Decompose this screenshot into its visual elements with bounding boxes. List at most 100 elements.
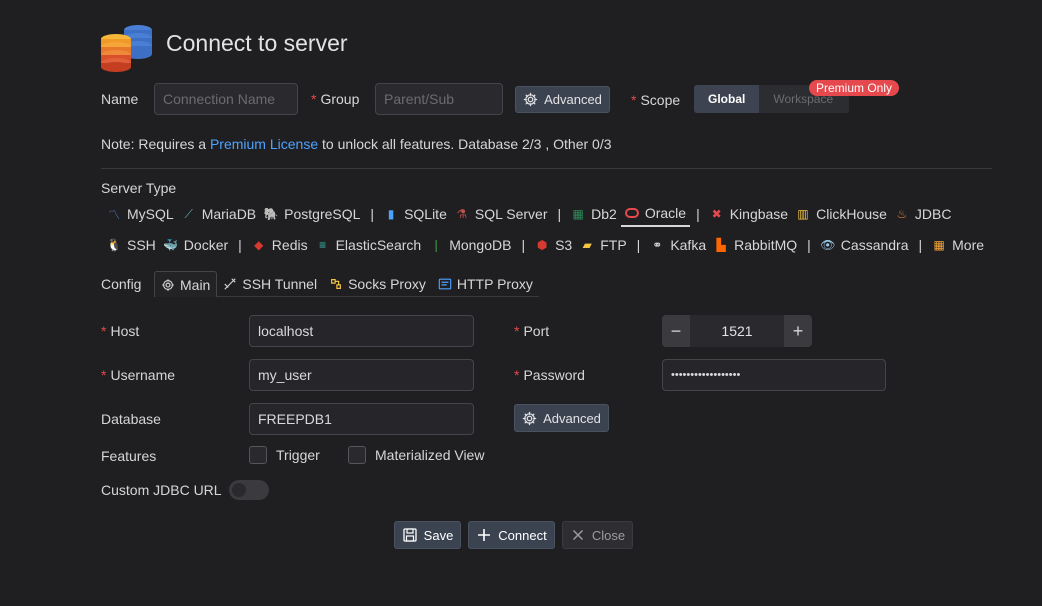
- premium-note: Note: Requires a Premium License to unlo…: [101, 136, 612, 152]
- gear-icon: [522, 411, 537, 425]
- port-stepper[interactable]: − 1521 +: [662, 315, 812, 347]
- server-type-elasticsearch[interactable]: ≡ ElasticSearch: [312, 232, 426, 258]
- group-input[interactable]: [375, 83, 503, 115]
- tab-main[interactable]: Main: [154, 271, 218, 297]
- cassandra-icon: 👁: [820, 238, 836, 252]
- divider: [101, 168, 992, 169]
- kingbase-icon: ✖: [711, 207, 722, 221]
- server-type-s3[interactable]: ⬢ S3: [531, 232, 576, 258]
- browser-icon: [438, 278, 452, 289]
- mongodb-icon: ❘: [431, 238, 442, 252]
- postgresql-icon: 🐘: [263, 207, 279, 221]
- separator: |: [807, 237, 811, 253]
- server-type-row-1: 〽 MySQL ⟋ MariaDB 🐘 PostgreSQL | ▮ SQLite ⚗ S…: [103, 201, 955, 227]
- plus-icon: [478, 529, 491, 541]
- db2-icon: ▦: [572, 207, 584, 221]
- save-icon: [403, 528, 417, 542]
- server-type-cassandra[interactable]: 👁 Cassandra: [817, 232, 913, 258]
- checkbox[interactable]: [249, 446, 267, 464]
- server-type-mongodb[interactable]: ❘ MongoDB: [425, 232, 515, 258]
- decrement-button[interactable]: −: [662, 315, 690, 347]
- separator: |: [918, 237, 923, 253]
- mariadb-icon: ⟋: [184, 206, 193, 221]
- username-input[interactable]: [249, 359, 474, 391]
- server-type-mariadb[interactable]: ⟋ MariaDB: [178, 201, 260, 227]
- kafka-icon: ⚭: [652, 238, 663, 252]
- server-type-sqlite[interactable]: ▮ SQLite: [380, 201, 451, 227]
- close-button[interactable]: Close: [562, 521, 633, 549]
- config-tabs: Main SSH Tunnel Socks Proxy HTTP Proxy: [154, 271, 539, 297]
- folder-icon: ▰: [582, 238, 592, 252]
- password-input[interactable]: ••••••••••••••••••: [662, 359, 886, 391]
- scope-global-option[interactable]: Global: [694, 85, 760, 113]
- checkbox[interactable]: [348, 446, 366, 464]
- tab-http-proxy[interactable]: HTTP Proxy: [431, 271, 539, 297]
- grid-icon: ▦: [933, 238, 945, 252]
- sqlite-icon: ▮: [387, 207, 395, 221]
- host-input[interactable]: [249, 315, 474, 347]
- server-type-kafka[interactable]: ⚭ Kafka: [646, 232, 710, 258]
- group-label: * Group: [311, 91, 360, 107]
- rabbitmq-icon: ▙: [716, 238, 726, 252]
- separator: |: [521, 237, 526, 253]
- server-type-ssh[interactable]: 🐧 SSH: [103, 232, 160, 258]
- host-label: * Host: [101, 323, 140, 339]
- database-advanced-button[interactable]: Advanced: [514, 404, 609, 432]
- clickhouse-icon: ▥: [797, 207, 809, 221]
- server-type-docker[interactable]: 🐳 Docker: [160, 232, 232, 258]
- gear-icon: [162, 278, 174, 291]
- database-label: Database: [101, 411, 161, 427]
- name-label: Name: [101, 91, 139, 107]
- custom-jdbc-toggle[interactable]: [229, 480, 269, 500]
- separator: |: [238, 237, 242, 253]
- server-type-sqlserver[interactable]: ⚗ SQL Server: [451, 201, 552, 227]
- gear-icon: [523, 92, 538, 107]
- server-type-more[interactable]: ▦ More: [928, 232, 988, 258]
- connection-name-input[interactable]: [154, 83, 298, 115]
- tab-ssh-tunnel[interactable]: SSH Tunnel: [217, 271, 324, 297]
- separator: |: [557, 206, 562, 222]
- premium-only-badge: Premium Only: [809, 80, 900, 96]
- server-type-postgresql[interactable]: 🐘 PostgreSQL: [260, 201, 364, 227]
- page-title: Connect to server: [166, 30, 348, 56]
- jdbc-icon: ♨: [896, 207, 908, 221]
- oracle-icon: [624, 206, 639, 220]
- toggle-knob: [232, 483, 246, 497]
- redis-icon: ◆: [254, 238, 264, 252]
- connect-button[interactable]: Connect: [468, 521, 555, 549]
- increment-button[interactable]: +: [784, 315, 812, 347]
- ssh-icon: 🐧: [106, 238, 122, 252]
- server-type-oracle[interactable]: Oracle: [620, 201, 691, 227]
- scope-label: * Scope: [631, 92, 681, 108]
- close-icon: [572, 529, 583, 541]
- advanced-button[interactable]: Advanced: [515, 86, 610, 113]
- tab-socks-proxy[interactable]: Socks Proxy: [323, 271, 432, 297]
- server-type-ftp[interactable]: ▰ FTP: [576, 232, 630, 258]
- server-type-db2[interactable]: ▦ Db2: [567, 201, 621, 227]
- database-input[interactable]: [249, 403, 474, 435]
- separator: |: [696, 206, 700, 222]
- tunnel-icon: [224, 277, 237, 290]
- custom-jdbc-label: Custom JDBC URL: [101, 482, 222, 498]
- password-label: * Password: [514, 367, 585, 383]
- config-label: Config: [101, 276, 142, 292]
- materialized-view-checkbox[interactable]: Materialized View: [348, 446, 484, 464]
- docker-icon: 🐳: [163, 238, 179, 252]
- server-type-jdbc[interactable]: ♨ JDBC: [891, 201, 956, 227]
- features-label: Features: [101, 448, 157, 464]
- premium-license-link[interactable]: Premium License: [210, 136, 318, 152]
- password-value: ••••••••••••••••••: [671, 369, 741, 381]
- server-type-clickhouse[interactable]: ▥ ClickHouse: [792, 201, 891, 227]
- proxy-icon: [331, 278, 342, 289]
- save-button[interactable]: Save: [394, 521, 461, 549]
- separator: |: [636, 237, 641, 253]
- server-type-kingbase[interactable]: ✖ Kingbase: [706, 201, 792, 227]
- username-label: * Username: [101, 367, 176, 383]
- port-value[interactable]: 1521: [690, 315, 784, 347]
- s3-icon: ⬢: [536, 238, 548, 252]
- server-type-mysql[interactable]: 〽 MySQL: [103, 201, 178, 227]
- trigger-checkbox[interactable]: Trigger: [249, 446, 320, 464]
- server-type-rabbitmq[interactable]: ▙ RabbitMQ: [710, 232, 801, 258]
- server-type-redis[interactable]: ◆ Redis: [248, 232, 312, 258]
- separator: |: [370, 206, 375, 222]
